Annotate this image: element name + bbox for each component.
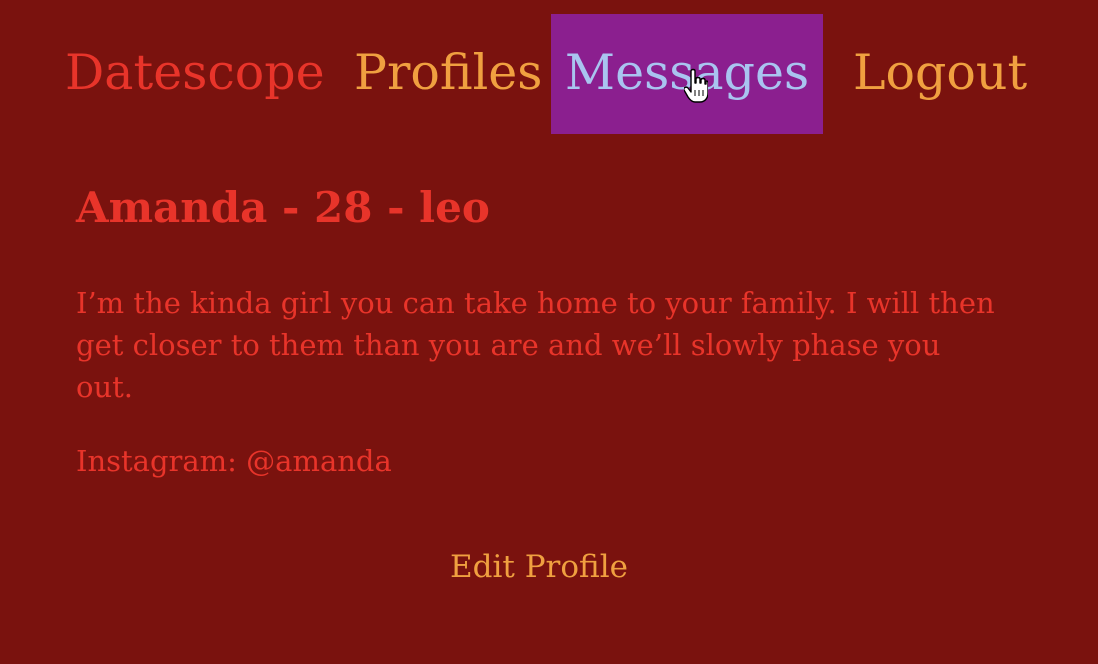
nav-item-profiles[interactable]: Profiles bbox=[354, 14, 542, 134]
profile-card: Amanda - 28 - leo I’m the kinda girl you… bbox=[76, 180, 1006, 482]
top-navigation: Datescope Profiles Messages Logout bbox=[0, 14, 1098, 134]
profile-bio: I’m the kinda girl you can take home to … bbox=[76, 286, 995, 404]
nav-item-logout[interactable]: Logout bbox=[853, 14, 1027, 134]
profile-instagram: Instagram: @amanda bbox=[76, 444, 392, 478]
brand-logo-link[interactable]: Datescope bbox=[65, 14, 325, 134]
profile-name-heading: Amanda - 28 - leo bbox=[76, 183, 490, 232]
nav-item-messages[interactable]: Messages bbox=[551, 14, 823, 134]
edit-profile-link[interactable]: Edit Profile bbox=[0, 546, 1078, 588]
